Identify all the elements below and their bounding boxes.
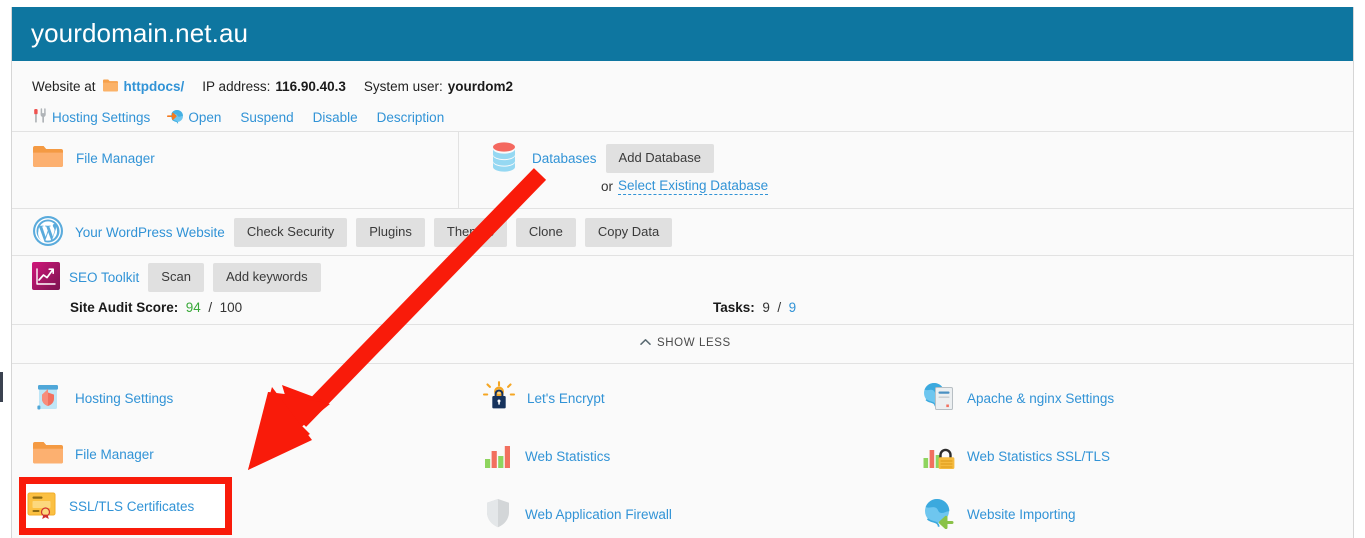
service-label-web-statistics-ssl-tls: Web Statistics SSL/TLS [967,449,1111,464]
tasks-label: Tasks: [713,300,755,315]
chevron-up-icon [640,337,651,349]
action-link-hosting-settings[interactable]: Hosting Settings [52,110,150,125]
domain-header-bar: yourdomain.net.au [12,7,1353,61]
system-user-value: yourdom2 [447,79,513,94]
website-action-links: Hosting Settings Open Suspend Disable De… [32,108,444,127]
service-apache-nginx-settings[interactable]: Apache & nginx Settings [922,381,1114,416]
site-audit-score-total: 100 [219,300,243,315]
folder-icon [32,439,64,470]
show-less-row: SHOW LESS [12,324,1353,363]
select-existing-database-cell: or Select Existing Database [601,178,769,195]
globe-import-icon [922,497,956,532]
wordpress-cell: Your WordPress Website Check Security Pl… [32,215,673,250]
service-web-application-firewall[interactable]: Web Application Firewall [482,497,672,532]
action-link-disable[interactable]: Disable [313,110,358,125]
service-label-file-manager: File Manager [75,447,154,462]
seo-chart-icon [32,262,60,293]
website-card: yourdomain.net.au Website at httpdocs/ I… [11,7,1354,538]
shield-icon [482,497,514,532]
site-audit-score-label: Site Audit Score: [70,300,179,315]
service-lets-encrypt[interactable]: Let's Encrypt [482,381,605,416]
ip-address-label: IP address: [202,79,271,94]
wordpress-icon [32,215,64,250]
service-file-manager[interactable]: File Manager [32,439,154,470]
service-label-lets-encrypt: Let's Encrypt [527,391,605,406]
service-label-ssl-tls-certificates: SSL/TLS Certificates [69,499,195,514]
chart-lock-icon [922,439,956,474]
site-audit-score-value: 94 [185,300,201,315]
server-globe-icon [922,381,956,416]
tasks-total-link[interactable]: 9 [789,300,797,315]
wordpress-website-link[interactable]: Your WordPress Website [75,225,225,240]
file-manager-link[interactable]: File Manager [76,151,155,166]
httpdocs-link[interactable]: httpdocs/ [124,79,185,94]
wordpress-row: Your WordPress Website Check Security Pl… [12,208,1353,255]
service-ssl-tls-certificates[interactable]: SSL/TLS Certificates [26,490,194,523]
service-label-web-statistics: Web Statistics [525,449,611,464]
folder-icon [32,144,64,173]
add-keywords-button[interactable]: Add keywords [212,263,321,292]
service-label-apache-nginx-settings: Apache & nginx Settings [967,391,1115,406]
file-manager-cell: File Manager [32,144,155,173]
action-link-open[interactable]: Open [188,110,221,125]
service-website-importing[interactable]: Website Importing [922,497,1076,532]
plugins-button[interactable]: Plugins [356,218,425,247]
website-info-strip: Website at httpdocs/ IP address: 116.90.… [12,61,1353,131]
website-info-line: Website at httpdocs/ IP address: 116.90.… [32,78,513,95]
databases-link[interactable]: Databases [532,151,597,166]
clone-button[interactable]: Clone [515,218,576,247]
database-icon [487,140,521,177]
globe-arrow-icon [167,108,184,127]
seo-toolkit-link[interactable]: SEO Toolkit [69,270,139,285]
page-root: yourdomain.net.au Website at httpdocs/ I… [0,0,1365,538]
row-column-divider [458,132,459,209]
page-title: yourdomain.net.au [31,18,249,48]
service-label-web-application-firewall: Web Application Firewall [525,507,672,522]
certificate-icon [26,490,58,523]
website-at-label: Website at [32,79,96,94]
service-hosting-settings[interactable]: Hosting Settings [32,381,173,416]
action-link-suspend[interactable]: Suspend [240,110,293,125]
tasks-done-value: 9 [762,300,770,315]
or-label: or [601,179,614,194]
tools-icon [32,108,48,127]
folder-icon [102,78,119,95]
show-less-label: SHOW LESS [657,337,731,349]
service-web-statistics-ssl-tls[interactable]: Web Statistics SSL/TLS [922,439,1110,474]
scan-button[interactable]: Scan [148,263,204,292]
lets-encrypt-icon [482,381,516,416]
seo-toolkit-row: SEO Toolkit Scan Add keywords Site Audit… [12,255,1353,324]
themes-button[interactable]: Themes [433,218,507,247]
site-audit-score-stat: Site Audit Score: 94 / 100 [70,300,242,315]
bar-chart-icon [482,439,514,474]
ip-address-value: 116.90.40.3 [275,79,346,94]
service-label-hosting-settings: Hosting Settings [75,391,174,406]
left-panel-edge-sliver [0,372,3,402]
hosting-settings-icon [32,381,64,416]
site-audit-score-separator: / [208,300,213,315]
show-less-toggle[interactable]: SHOW LESS [640,337,731,349]
databases-cell: Databases Add Database [487,140,714,177]
select-existing-database-link[interactable]: Select Existing Database [618,178,769,195]
add-database-button[interactable]: Add Database [605,144,714,173]
tasks-stat: Tasks: 9 / 9 [713,300,796,315]
check-security-button[interactable]: Check Security [233,218,348,247]
system-user-label: System user: [363,79,443,94]
file-manager-databases-row: File Manager Databases Add Database or S… [12,131,1353,209]
tasks-separator: / [777,300,782,315]
seo-toolkit-cell: SEO Toolkit Scan Add keywords [32,262,321,293]
action-link-description[interactable]: Description [377,110,445,125]
service-label-website-importing: Website Importing [967,507,1076,522]
copy-data-button[interactable]: Copy Data [584,218,673,247]
service-web-statistics[interactable]: Web Statistics [482,439,610,474]
